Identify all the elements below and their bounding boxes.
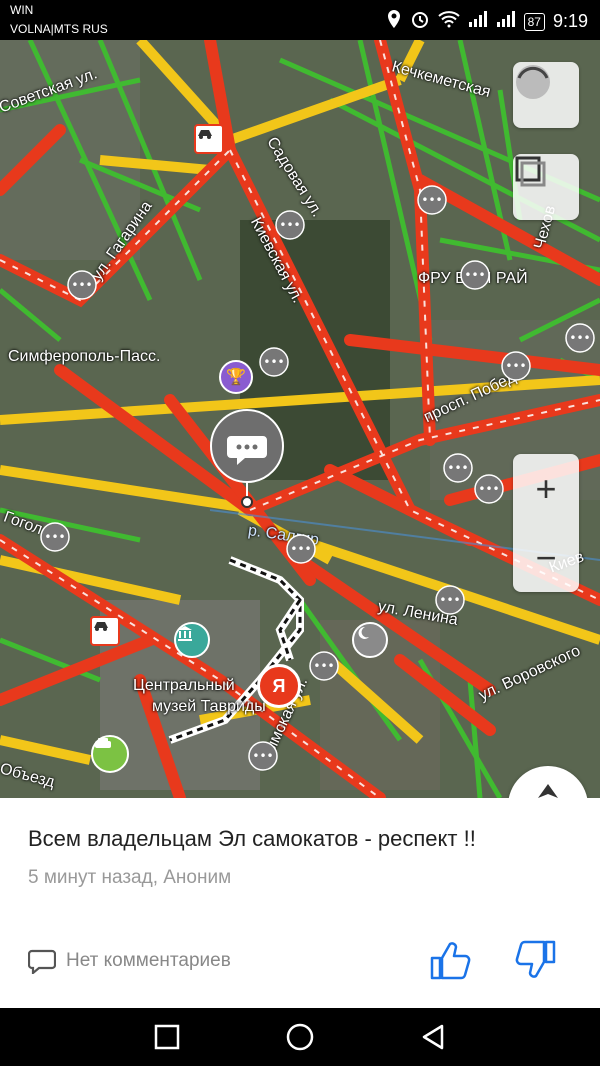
traffic-icon bbox=[516, 65, 550, 99]
home-button[interactable] bbox=[285, 1022, 315, 1052]
layers-icon bbox=[515, 156, 546, 187]
mosque-icon[interactable] bbox=[352, 622, 388, 658]
carrier-name: WIN bbox=[10, 3, 34, 17]
map-label-fruit-district: ФРУ ВЫЙ РАЙ bbox=[418, 270, 528, 287]
layers-button[interactable] bbox=[513, 62, 579, 128]
thumbs-up-icon bbox=[430, 942, 471, 980]
location-icon bbox=[386, 9, 402, 34]
status-icons: 87 9:19 bbox=[386, 9, 588, 34]
system-nav-bar bbox=[0, 1008, 600, 1066]
back-button[interactable] bbox=[418, 1022, 448, 1052]
my-location-button[interactable] bbox=[508, 766, 588, 798]
map-label-museum-1: Центральный bbox=[133, 677, 235, 694]
recent-apps-button[interactable] bbox=[152, 1022, 182, 1052]
battery-level: 87 bbox=[523, 12, 545, 31]
square-icon bbox=[154, 1024, 180, 1050]
navigation-arrow-icon bbox=[538, 784, 558, 798]
accident-icon[interactable] bbox=[90, 616, 120, 646]
triangle-back-icon bbox=[422, 1024, 444, 1050]
thumbs-down-icon bbox=[515, 940, 556, 978]
wifi-icon bbox=[437, 10, 460, 33]
dislike-button[interactable] bbox=[514, 938, 558, 982]
circle-icon bbox=[286, 1023, 314, 1051]
event-meta: 5 минут назад, Аноним bbox=[28, 867, 232, 888]
accident-icon[interactable] bbox=[194, 124, 224, 154]
event-card[interactable]: Всем владельцам Эл самокатов - респект !… bbox=[0, 798, 600, 1008]
status-bar: WIN VOLNA|MTS RUS 87 9:19 bbox=[0, 0, 600, 40]
carrier-name-secondary: VOLNA|MTS RUS bbox=[10, 22, 108, 36]
signal-icon-2 bbox=[496, 10, 516, 33]
traffic-map[interactable]: Симферополь-Пасс. ул. Гагарина Киевская … bbox=[0, 40, 600, 798]
zoom-control: + − bbox=[513, 454, 579, 592]
map-label-station: Симферополь-Пасс. bbox=[8, 348, 161, 365]
museum-icon[interactable] bbox=[174, 622, 210, 658]
comment-icon bbox=[28, 949, 56, 974]
zoom-in-button[interactable]: + bbox=[513, 454, 579, 523]
like-button[interactable] bbox=[428, 938, 472, 982]
map-layers-button[interactable] bbox=[513, 154, 579, 220]
event-title: Всем владельцам Эл самокатов - респект !… bbox=[28, 826, 476, 851]
selected-chat-marker[interactable] bbox=[209, 408, 285, 508]
zoom-out-button[interactable]: − bbox=[513, 523, 579, 592]
alarm-icon bbox=[410, 9, 430, 34]
comments-link[interactable]: Нет комментариев bbox=[28, 948, 231, 974]
trophy-icon[interactable]: 🏆 bbox=[219, 360, 253, 394]
yandex-logo-icon[interactable]: Я bbox=[257, 664, 301, 708]
signal-icon bbox=[468, 10, 488, 33]
clock: 9:19 bbox=[552, 11, 588, 31]
map-label-museum-2: музей Тавриды bbox=[152, 698, 266, 715]
comments-label: Нет комментариев bbox=[66, 950, 231, 971]
park-icon[interactable] bbox=[91, 735, 129, 773]
